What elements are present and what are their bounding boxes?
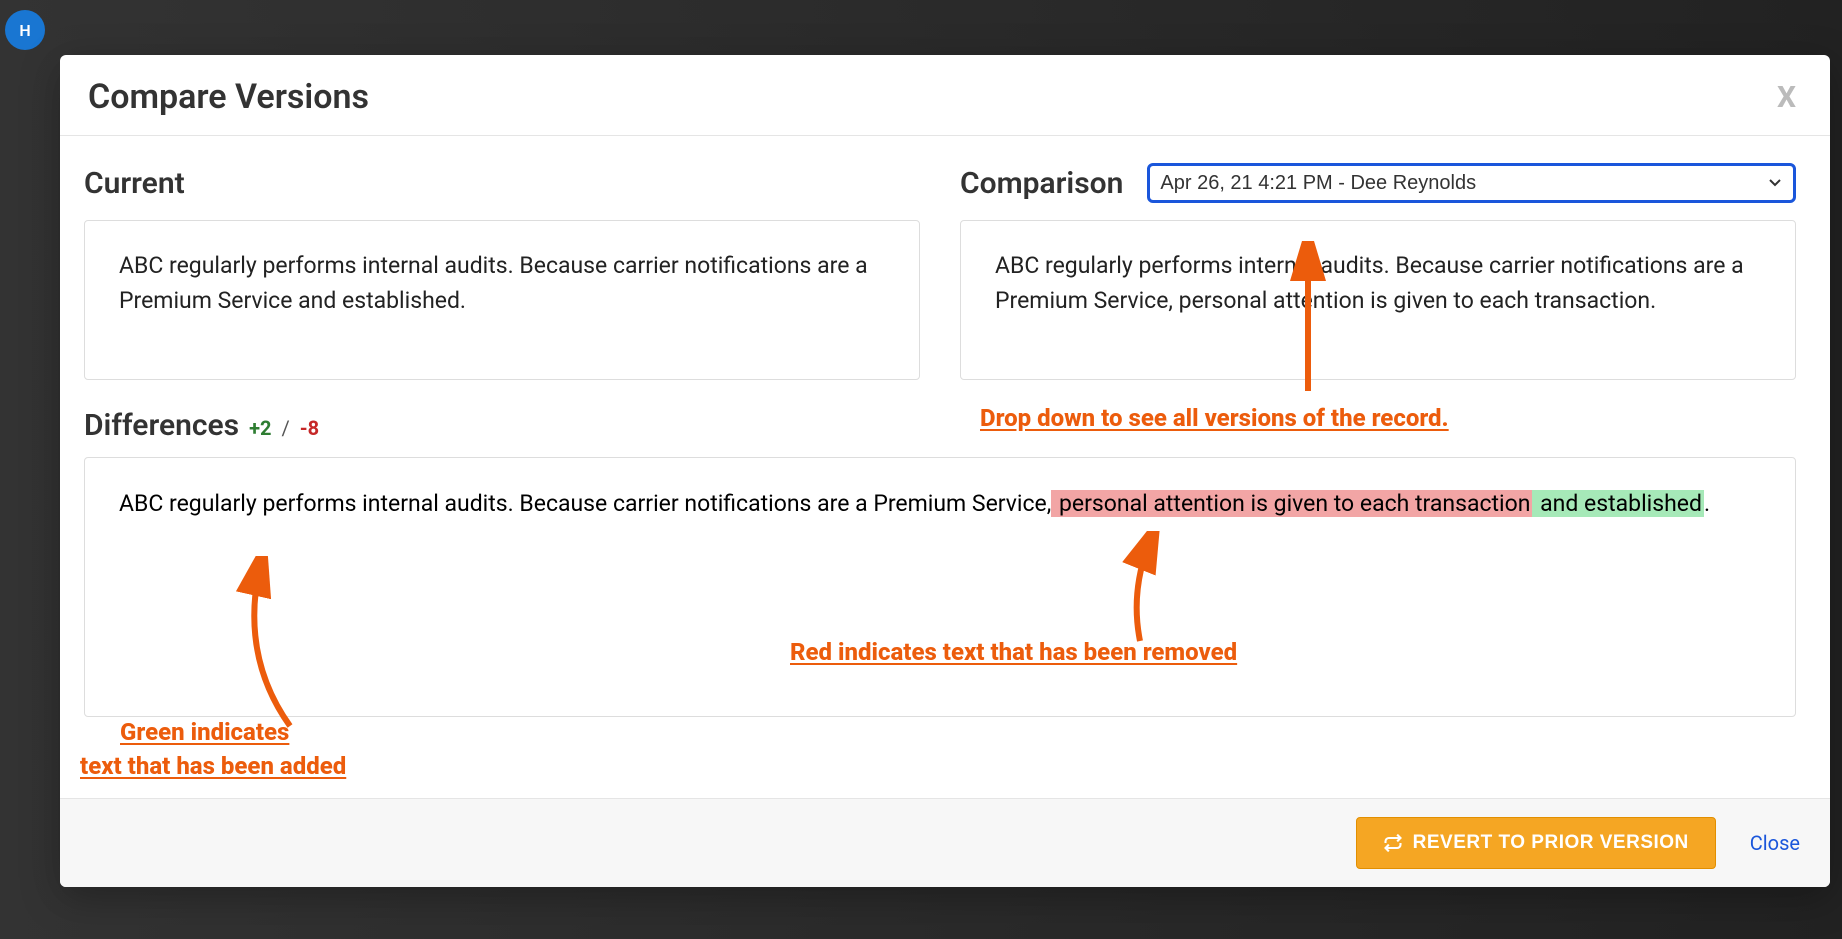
current-text: ABC regularly performs internal audits. … xyxy=(119,252,868,314)
diff-added-count: +2 xyxy=(249,416,271,440)
version-select[interactable]: Apr 26, 21 4:21 PM - Dee Reynolds xyxy=(1147,163,1796,203)
annotation-green-line2: text that has been added xyxy=(80,750,346,782)
revert-icon xyxy=(1383,833,1403,853)
current-text-box: ABC regularly performs internal audits. … xyxy=(84,220,920,380)
comparison-text: ABC regularly performs internal audits. … xyxy=(995,252,1744,314)
diff-removed-count: -8 xyxy=(300,416,319,440)
diff-post: . xyxy=(1704,490,1710,517)
close-icon[interactable]: X xyxy=(1771,80,1802,115)
close-link[interactable]: Close xyxy=(1750,831,1800,855)
modal-header: Compare Versions X xyxy=(60,55,1830,136)
diff-added-text: and established xyxy=(1532,490,1704,517)
modal-title: Compare Versions xyxy=(88,77,369,117)
differences-heading: Differences xyxy=(84,408,239,443)
annotation-green-line1: Green indicates xyxy=(120,716,289,748)
compare-versions-modal: Compare Versions X Current ABC regularly… xyxy=(60,55,1830,887)
diff-box: ABC regularly performs internal audits. … xyxy=(84,457,1796,717)
current-heading: Current xyxy=(84,166,185,201)
modal-footer: REVERT TO PRIOR VERSION Close xyxy=(60,798,1830,887)
comparison-text-box: ABC regularly performs internal audits. … xyxy=(960,220,1796,380)
diff-pre: ABC regularly performs internal audits. … xyxy=(119,490,1051,517)
brand-avatar: H xyxy=(5,10,45,50)
modal-body: Current ABC regularly performs internal … xyxy=(60,136,1830,798)
diff-removed-text: personal attention is given to each tran… xyxy=(1051,490,1532,517)
revert-label: REVERT TO PRIOR VERSION xyxy=(1413,832,1689,854)
revert-button[interactable]: REVERT TO PRIOR VERSION xyxy=(1356,817,1716,869)
comparison-heading: Comparison xyxy=(960,166,1123,201)
diff-slash: / xyxy=(281,416,289,440)
